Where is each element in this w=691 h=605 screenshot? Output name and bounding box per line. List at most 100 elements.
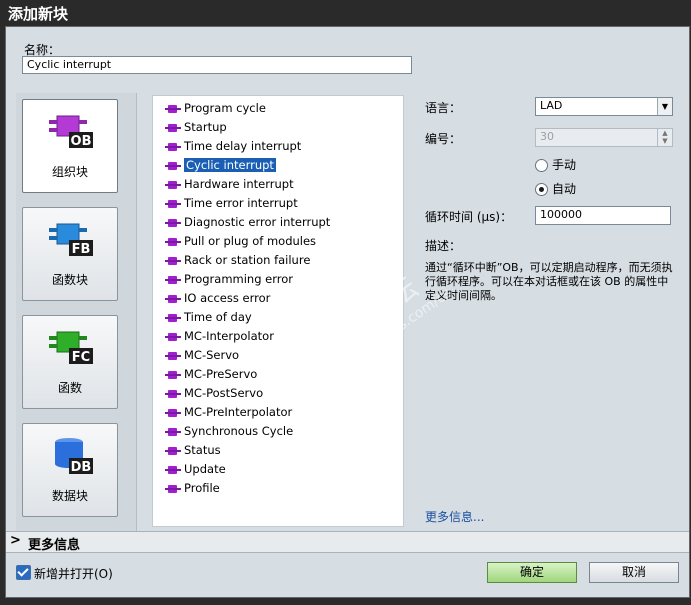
fb-code: FB [72, 242, 91, 257]
chevron-right-icon[interactable]: > [10, 533, 21, 548]
ob-block-icon [165, 142, 181, 152]
ob-list-item[interactable]: Time of day [165, 308, 252, 326]
ob-list-item[interactable]: Time error interrupt [165, 194, 298, 212]
ob-block-icon [165, 408, 181, 418]
ob-block-icon [165, 313, 181, 323]
ob-list-item[interactable]: Synchronous Cycle [165, 422, 293, 440]
ob-list-item[interactable]: Profile [165, 479, 220, 497]
ob-list-item[interactable]: MC-Interpolator [165, 327, 274, 345]
ob-list-item-label: MC-PreInterpolator [184, 405, 293, 419]
ob-list-item-label: Pull or plug of modules [184, 234, 317, 248]
ob-list-item[interactable]: Rack or station failure [165, 251, 310, 269]
ob-list-item-label: MC-Servo [184, 348, 240, 362]
more-info-bar-label: 更多信息 [28, 538, 81, 553]
ob-list-item-label: Time error interrupt [184, 196, 298, 210]
ob-list-item[interactable]: Cyclic interrupt [165, 156, 277, 174]
manual-label: 手动 [552, 158, 577, 172]
block-type-db-button[interactable]: DB 数据块 [22, 423, 118, 517]
auto-radio[interactable]: 自动 [535, 180, 635, 196]
ob-list-item-label: Profile [184, 481, 220, 495]
dialog-footer: 新增并打开(O) 确定 取消 [6, 553, 689, 597]
ob-list-item[interactable]: Status [165, 441, 221, 459]
add-new-block-dialog: 名称： Cyclic interrupt OB 组织块 FB 函数块 FC 函数… [5, 26, 690, 598]
add-and-open-checkbox[interactable] [16, 565, 31, 580]
ob-block-icon [165, 218, 181, 228]
manual-radio[interactable]: 手动 [535, 156, 635, 172]
more-info-link[interactable]: 更多信息... [425, 508, 484, 525]
number-value: 30 [540, 130, 554, 143]
chevron-down-icon[interactable]: ▼ [657, 98, 672, 115]
ob-list-item[interactable]: Programming error [165, 270, 293, 288]
name-input[interactable]: Cyclic interrupt [22, 56, 412, 74]
ob-block-icon [165, 275, 181, 285]
ob-block-icon [165, 370, 181, 380]
ob-list-item-label: Rack or station failure [184, 253, 311, 267]
cycle-time-input[interactable]: 100000 [535, 206, 671, 225]
cycle-time-value: 100000 [540, 208, 582, 221]
block-type-fb-label: 函数块 [51, 273, 88, 287]
fc-block-icon: FC [49, 331, 93, 365]
ob-block-icon [165, 465, 181, 475]
ob-list-item[interactable]: Startup [165, 118, 227, 136]
block-type-db-label: 数据块 [51, 489, 88, 503]
ob-block-icon [165, 199, 181, 209]
ob-list-item-label: Update [184, 462, 226, 476]
auto-radio-circle[interactable] [535, 183, 548, 196]
ob-block-icon [165, 427, 181, 437]
fb-block-icon: FB [49, 223, 93, 257]
auto-label: 自动 [552, 182, 577, 196]
more-info-bar[interactable]: > 更多信息 [6, 531, 689, 553]
ob-list-item-label: Program cycle [184, 101, 266, 115]
ob-block-icon [165, 389, 181, 399]
ob-list-item[interactable]: Time delay interrupt [165, 137, 301, 155]
description-label: 描述： [425, 239, 462, 253]
block-type-fc-button[interactable]: FC 函数 [22, 315, 118, 409]
block-type-fb-button[interactable]: FB 函数块 [22, 207, 118, 301]
ob-code: OB [71, 134, 92, 149]
ob-list-item-label: Synchronous Cycle [184, 424, 294, 438]
db-code: DB [71, 460, 92, 475]
window-titlebar: 添加新块 [0, 0, 691, 26]
language-select[interactable]: LAD ▼ [535, 97, 673, 116]
ob-list-item[interactable]: IO access error [165, 289, 270, 307]
ob-list-item-label: Time of day [184, 310, 252, 324]
ob-list-item-label: MC-PreServo [184, 367, 258, 381]
ob-block-icon [165, 180, 181, 190]
stepper-arrows-icon[interactable]: ▲ ▼ [657, 129, 672, 146]
ob-list-item-label: Cyclic interrupt [183, 157, 277, 173]
ob-block-icon [165, 294, 181, 304]
ob-block-icon [165, 351, 181, 361]
ob-block-icon [165, 446, 181, 456]
ob-list-item-label: MC-PostServo [184, 386, 264, 400]
ob-block-icon [165, 161, 181, 171]
ob-list-item-label: Programming error [184, 272, 294, 286]
description-text: 通过“循环中断”OB，可以定期启动程序，而无须执行循环程序。可以在本对话框或在该… [425, 261, 673, 302]
window-title: 添加新块 [8, 5, 69, 23]
block-type-ob-button[interactable]: OB 组织块 [22, 99, 118, 193]
ob-list-item[interactable]: Diagnostic error interrupt [165, 213, 330, 231]
language-label: 语言： [425, 101, 462, 115]
ob-block-icon [165, 484, 181, 494]
ok-button[interactable]: 确定 [487, 562, 577, 583]
ob-list-item[interactable]: Hardware interrupt [165, 175, 294, 193]
block-type-panel: OB 组织块 FB 函数块 FC 函数 DB 数据块 [16, 93, 137, 533]
ob-list-item[interactable]: Update [165, 460, 226, 478]
ob-list-item[interactable]: Pull or plug of modules [165, 232, 316, 250]
ob-block-icon [165, 123, 181, 133]
manual-radio-circle[interactable] [535, 159, 548, 172]
ob-list-item-label: Time delay interrupt [184, 139, 302, 153]
ob-type-list: Program cycle Startup Time delay interrupt… [152, 95, 404, 527]
ob-list-item-label: Startup [184, 120, 227, 134]
ob-list-item[interactable]: MC-PreServo [165, 365, 257, 383]
cancel-button[interactable]: 取消 [589, 562, 679, 583]
ob-list-item[interactable]: MC-PreInterpolator [165, 403, 292, 421]
ob-list-item-label: Status [184, 443, 221, 457]
language-value: LAD [540, 99, 563, 112]
fc-code: FC [72, 350, 90, 365]
ob-list-item-label: MC-Interpolator [184, 329, 274, 343]
db-cylinder-icon: DB [55, 438, 93, 475]
ob-list-item[interactable]: MC-Servo [165, 346, 239, 364]
number-stepper[interactable]: 30 ▲ ▼ [535, 128, 673, 147]
ob-list-item[interactable]: MC-PostServo [165, 384, 263, 402]
ob-list-item[interactable]: Program cycle [165, 99, 266, 117]
